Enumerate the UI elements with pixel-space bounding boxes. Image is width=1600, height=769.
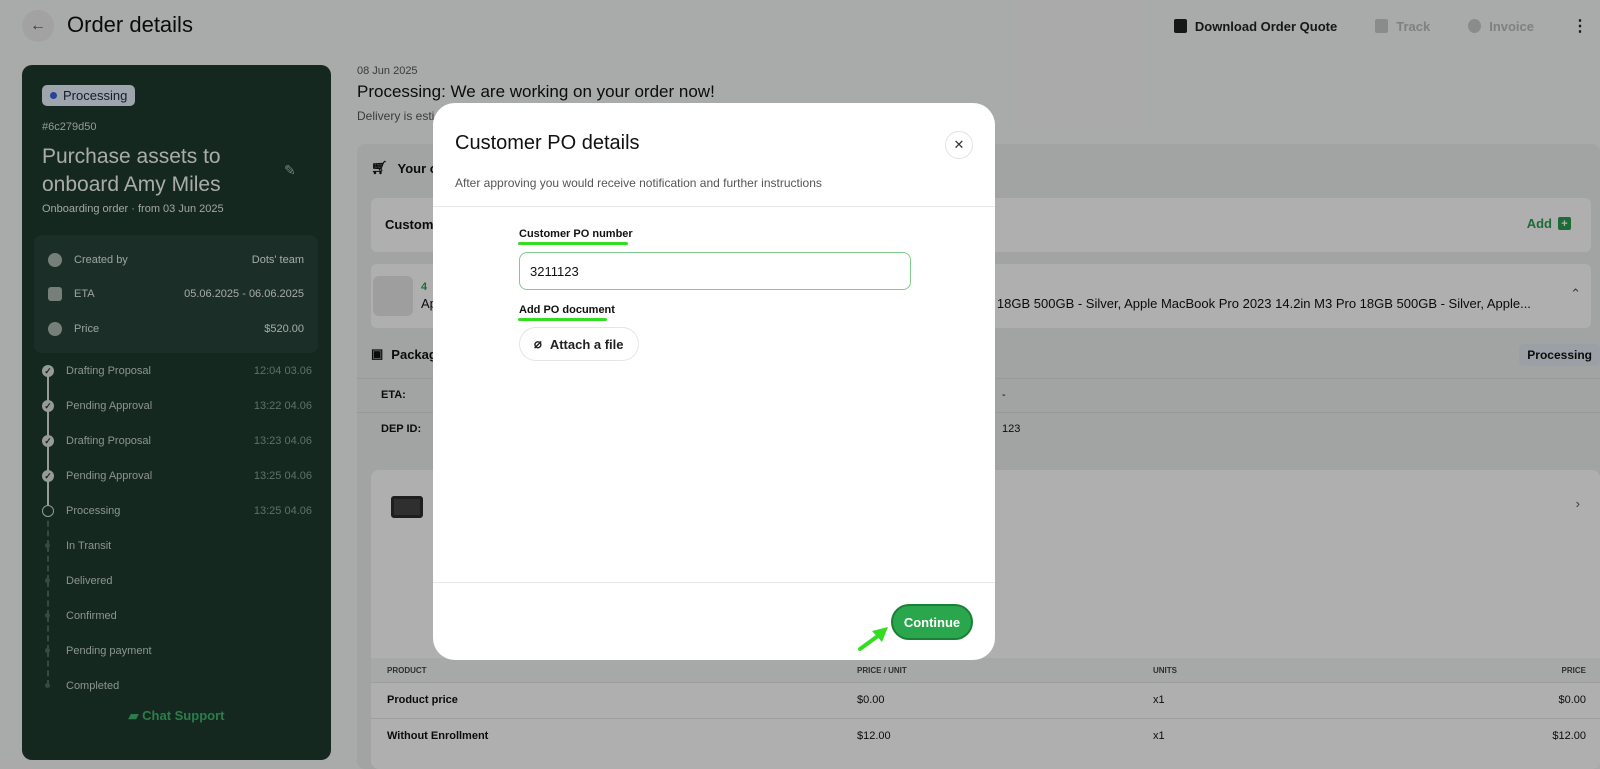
annotation-underline — [518, 242, 628, 245]
modal-subtitle: After approving you would receive notifi… — [455, 176, 822, 190]
modal-title: Customer PO details — [455, 132, 640, 154]
po-document-label: Add PO document — [518, 304, 615, 321]
modal-footer-divider — [433, 582, 995, 583]
po-number-label: Customer PO number — [518, 228, 633, 245]
annotation-underline — [518, 318, 607, 321]
customer-po-modal: Customer PO details ✕ After approving yo… — [433, 103, 995, 660]
attach-file-label: Attach a file — [549, 336, 624, 352]
po-document-label-text: Add PO document — [519, 304, 615, 316]
attach-file-button[interactable]: ⌀ Attach a file — [519, 327, 639, 361]
close-icon[interactable]: ✕ — [945, 131, 973, 159]
paperclip-icon: ⌀ — [534, 336, 542, 351]
continue-button[interactable]: Continue — [891, 604, 973, 640]
po-number-label-text: Customer PO number — [519, 228, 633, 240]
annotation-arrow-icon — [858, 627, 888, 651]
po-number-input[interactable] — [519, 252, 911, 290]
modal-divider — [433, 206, 995, 207]
